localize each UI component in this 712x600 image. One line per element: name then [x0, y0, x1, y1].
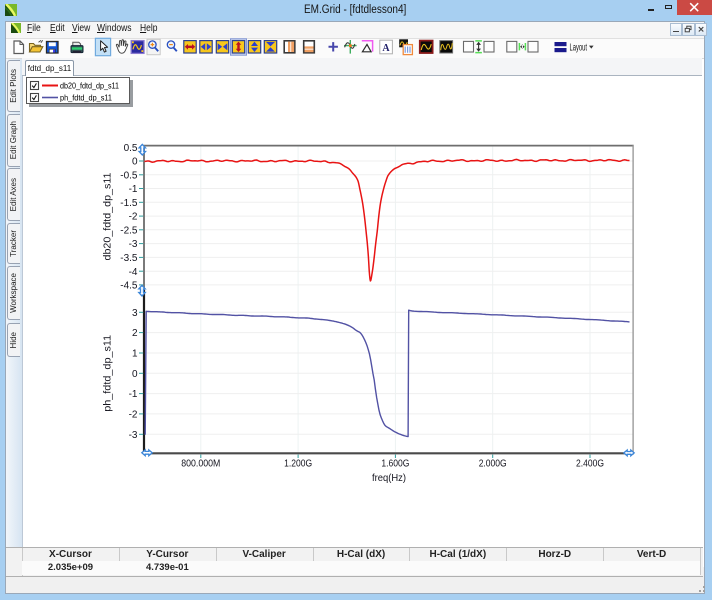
svg-text:-2: -2 [129, 212, 138, 223]
svg-text:db20_fdtd_dp_s11: db20_fdtd_dp_s11 [60, 81, 119, 90]
svg-text:0.5: 0.5 [124, 143, 138, 154]
svg-text:-1: -1 [129, 389, 138, 400]
svg-text:800.000M: 800.000M [181, 458, 220, 470]
svg-text:db20_fdtd_dp_s11: db20_fdtd_dp_s11 [102, 172, 114, 260]
svg-text:-2.5: -2.5 [120, 225, 138, 236]
svg-text:-1: -1 [129, 184, 138, 195]
svg-text:-2: -2 [129, 410, 138, 421]
svg-text:3: 3 [132, 308, 138, 319]
svg-text:1.200G: 1.200G [284, 458, 312, 470]
svg-text:-1.5: -1.5 [120, 198, 138, 209]
svg-text:2: 2 [132, 328, 138, 339]
svg-text:ph_fdtd_dp_s11: ph_fdtd_dp_s11 [102, 335, 114, 412]
svg-text:1: 1 [132, 349, 138, 360]
svg-text:-3.5: -3.5 [120, 253, 138, 264]
svg-text:0: 0 [132, 369, 138, 380]
svg-text:0: 0 [132, 157, 138, 168]
svg-text:-0.5: -0.5 [120, 170, 138, 181]
svg-text:1.600G: 1.600G [381, 458, 409, 470]
svg-text:2.400G: 2.400G [576, 458, 604, 470]
svg-text:-3: -3 [129, 430, 138, 441]
svg-text:-4.5: -4.5 [120, 281, 138, 292]
svg-text:freq(Hz): freq(Hz) [372, 472, 406, 484]
svg-text:ph_fdtd_dp_s11: ph_fdtd_dp_s11 [60, 93, 113, 102]
svg-text:-3: -3 [129, 239, 138, 250]
svg-text:-4: -4 [129, 267, 138, 278]
svg-text:2.000G: 2.000G [479, 458, 507, 470]
